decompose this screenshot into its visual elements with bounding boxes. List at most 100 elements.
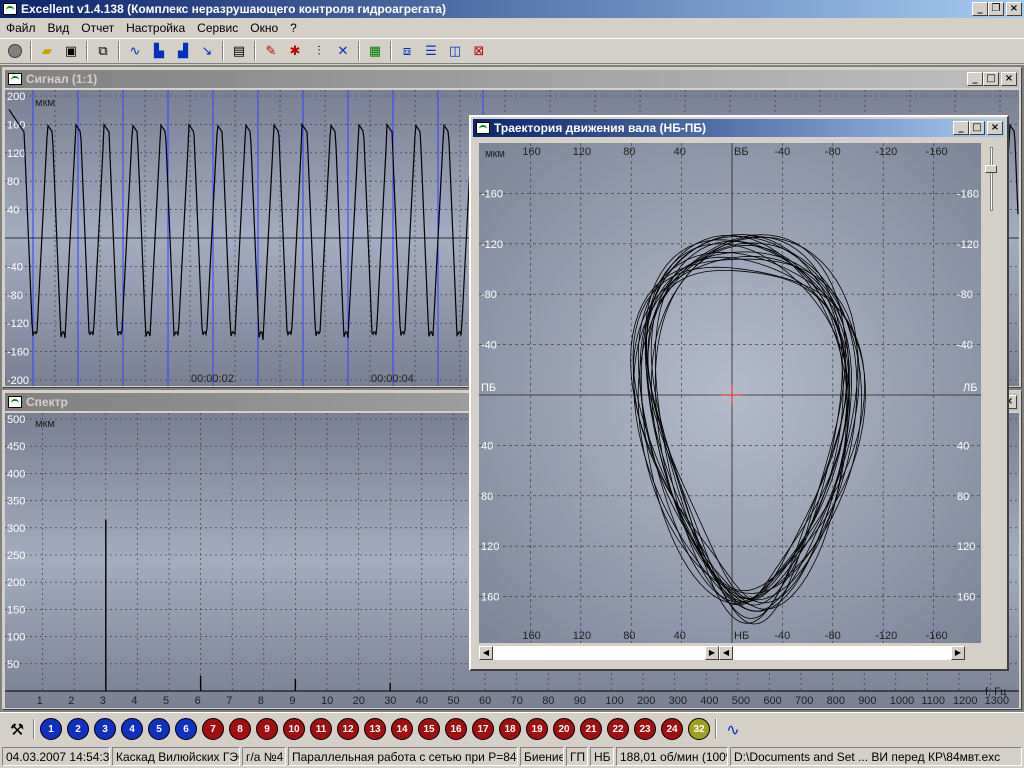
mixer-icon[interactable]: ⫶ <box>308 40 330 62</box>
orbit-label-left: ПБ <box>481 382 496 394</box>
zoom-slider[interactable] <box>983 147 1001 217</box>
bars-icon[interactable]: ▟ <box>172 40 194 62</box>
channel-button-10[interactable]: 10 <box>283 718 305 740</box>
close-button[interactable]: × <box>1006 2 1022 16</box>
spectrum-xlabel: f, Гц <box>985 686 1007 698</box>
spectrum-y-tick: 400 <box>7 468 25 480</box>
orbit-x-tick: -80 <box>825 630 841 642</box>
spectrum-x-tick: 2 <box>68 695 74 707</box>
tools-icon[interactable]: ✱ <box>284 40 306 62</box>
maximize-button[interactable]: □ <box>983 72 999 86</box>
status-datetime: 04.03.2007 14:54:30 <box>2 747 110 766</box>
minimize-button[interactable]: _ <box>967 72 983 86</box>
minimize-button[interactable]: _ <box>953 121 969 135</box>
menu-report[interactable]: Отчет <box>75 21 120 35</box>
channel-button-13[interactable]: 13 <box>364 718 386 740</box>
channel-button-23[interactable]: 23 <box>634 718 656 740</box>
spectrum-x-tick: 40 <box>416 695 428 707</box>
copy-icon[interactable]: ⧉ <box>92 40 114 62</box>
spectrum-x-tick: 1200 <box>953 695 977 707</box>
menu-view[interactable]: Вид <box>42 21 76 35</box>
channel-button-18[interactable]: 18 <box>499 718 521 740</box>
maximize-button[interactable]: □ <box>969 121 985 135</box>
tile-vertical-icon[interactable]: ◫ <box>444 40 466 62</box>
menu-file[interactable]: Файл <box>0 21 42 35</box>
spectrum-y-tick: 350 <box>7 496 25 508</box>
menu-help[interactable]: ? <box>284 21 303 35</box>
menu-settings[interactable]: Настройка <box>120 21 191 35</box>
spectrum-y-tick: 250 <box>7 550 25 562</box>
orbit-label-right: ЛБ <box>963 382 977 394</box>
signal-icon[interactable]: ∿ <box>124 40 146 62</box>
application-window: Excellent v1.4.138 (Комплекс неразрушающ… <box>0 0 1024 768</box>
channel-button-3[interactable]: 3 <box>94 718 116 740</box>
orbit-y-tick: -120 <box>957 239 979 251</box>
menu-window[interactable]: Окно <box>244 21 284 35</box>
orbit-x-tick: 80 <box>623 146 635 158</box>
channel-button-32[interactable]: 32 <box>688 718 710 740</box>
orbit-y-tick: 120 <box>957 541 975 553</box>
trend-icon[interactable]: ↘ <box>196 40 218 62</box>
channel-button-1[interactable]: 1 <box>40 718 62 740</box>
cross-icon[interactable]: ✕ <box>332 40 354 62</box>
channel-button-20[interactable]: 20 <box>553 718 575 740</box>
open-folder-icon[interactable]: ▰ <box>36 40 58 62</box>
signal-y-tick: -200 <box>7 375 29 386</box>
tile-horizontal-icon[interactable]: ☰ <box>420 40 442 62</box>
scroll-right-icon[interactable]: ▶ <box>705 646 719 660</box>
paint-icon[interactable]: ✎ <box>260 40 282 62</box>
orbit-window: Траектория движения вала (НБ-ПБ) _ □ × 1… <box>469 115 1009 671</box>
close-button[interactable]: × <box>987 121 1003 135</box>
orbit-scrollbar[interactable]: ◀ ▶ ◀ ▶ <box>479 645 981 661</box>
channel-button-14[interactable]: 14 <box>391 718 413 740</box>
orbit-plot[interactable]: 160 160 120 120 80 80 40 40 -40 -40 -80 -80 -120 -120… <box>479 143 981 643</box>
channel-button-21[interactable]: 21 <box>580 718 602 740</box>
scroll-right-icon[interactable]: ▶ <box>951 646 965 660</box>
channel-button-2[interactable]: 2 <box>67 718 89 740</box>
close-button[interactable]: × <box>1001 72 1017 86</box>
channel-button-16[interactable]: 16 <box>445 718 467 740</box>
spectrum-x-tick: 500 <box>732 695 750 707</box>
close-all-icon[interactable]: ⊠ <box>468 40 490 62</box>
scroll-left-icon[interactable]: ◀ <box>479 646 493 660</box>
monitor-icon[interactable]: ▦ <box>364 40 386 62</box>
channel-button-15[interactable]: 15 <box>418 718 440 740</box>
app-titlebar[interactable]: Excellent v1.4.138 (Комплекс неразрушающ… <box>0 0 1024 18</box>
save-icon[interactable]: ▣ <box>60 40 82 62</box>
window-icon <box>8 73 22 85</box>
window-icon <box>476 122 490 134</box>
channel-button-24[interactable]: 24 <box>661 718 683 740</box>
channel-button-5[interactable]: 5 <box>148 718 170 740</box>
record-icon[interactable] <box>4 40 26 62</box>
signal-titlebar[interactable]: Сигнал (1:1) _ □ × <box>5 70 1019 88</box>
orbit-x-tick: 160 <box>522 630 540 642</box>
properties-icon[interactable]: ▤ <box>228 40 250 62</box>
menu-service[interactable]: Сервис <box>191 21 244 35</box>
scroll-left-icon[interactable]: ◀ <box>719 646 733 660</box>
channel-button-7[interactable]: 7 <box>202 718 224 740</box>
tools-icon[interactable]: ⚒ <box>6 718 28 740</box>
channel-button-12[interactable]: 12 <box>337 718 359 740</box>
toolbar: ▰ ▣ ⧉ ∿ ▙ ▟ ↘ ▤ ✎ ✱ ⫶ ✕ ▦ ⧈ ☰ ◫ ⊠ <box>0 38 1024 64</box>
channel-button-17[interactable]: 17 <box>472 718 494 740</box>
orbit-y-tick: 120 <box>481 541 499 553</box>
waveform-icon[interactable]: ∿ <box>722 718 744 740</box>
spectrum-icon[interactable]: ▙ <box>148 40 170 62</box>
channel-button-8[interactable]: 8 <box>229 718 251 740</box>
signal-y-tick: 40 <box>7 205 19 217</box>
channel-button-19[interactable]: 19 <box>526 718 548 740</box>
status-param: Биение <box>520 747 564 766</box>
orbit-titlebar[interactable]: Траектория движения вала (НБ-ПБ) _ □ × <box>473 119 1005 137</box>
orbit-x-tick: -40 <box>774 630 790 642</box>
spectrum-x-tick: 700 <box>795 695 813 707</box>
spectrum-x-tick: 6 <box>195 695 201 707</box>
restore-button[interactable]: ❐ <box>988 2 1004 16</box>
orbit-label-top: ВБ <box>734 146 749 158</box>
channel-button-4[interactable]: 4 <box>121 718 143 740</box>
channel-button-11[interactable]: 11 <box>310 718 332 740</box>
channel-button-6[interactable]: 6 <box>175 718 197 740</box>
cascade-icon[interactable]: ⧈ <box>396 40 418 62</box>
minimize-button[interactable]: _ <box>972 2 988 16</box>
channel-button-9[interactable]: 9 <box>256 718 278 740</box>
channel-button-22[interactable]: 22 <box>607 718 629 740</box>
